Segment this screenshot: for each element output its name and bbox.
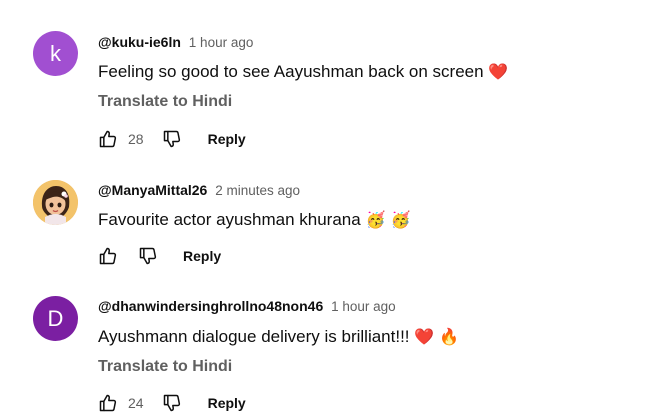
- avatar-letter: k: [50, 41, 61, 66]
- thumbs-up-icon[interactable]: [98, 129, 118, 149]
- comment-header: @kuku-ie6ln 1 hour ago: [98, 34, 253, 50]
- like-count: 28: [128, 131, 144, 147]
- comment-text: Feeling so good to see Aayushman back on…: [98, 62, 508, 82]
- translate-link[interactable]: Translate to Hindi: [98, 358, 232, 376]
- comment-timestamp[interactable]: 1 hour ago: [331, 299, 396, 314]
- comment-timestamp[interactable]: 1 hour ago: [189, 35, 254, 50]
- thumbs-down-icon[interactable]: [162, 129, 182, 149]
- thumbs-up-icon[interactable]: [98, 246, 118, 266]
- heart-emoji: ❤️: [488, 62, 509, 81]
- comment-text-body: Ayushmann dialogue delivery is brilliant…: [98, 327, 410, 346]
- comment-actions: Reply: [98, 244, 221, 268]
- comment-header: @dhanwindersinghrollno48non46 1 hour ago: [98, 298, 396, 314]
- thumbs-up-icon[interactable]: [98, 393, 118, 413]
- party-face-emoji: 🥳 🥳: [365, 210, 411, 229]
- thumbs-down-icon[interactable]: [162, 393, 182, 413]
- reply-button[interactable]: Reply: [208, 131, 246, 147]
- comment-author[interactable]: @kuku-ie6ln: [98, 34, 181, 50]
- avatar[interactable]: k: [33, 31, 78, 76]
- translate-link[interactable]: Translate to Hindi: [98, 93, 232, 111]
- comment-text-body: Favourite actor ayushman khurana: [98, 210, 361, 229]
- avatar-illustration: [33, 180, 78, 225]
- comment-text: Favourite actor ayushman khurana 🥳 🥳: [98, 210, 410, 230]
- comment-author[interactable]: @dhanwindersinghrollno48non46: [98, 298, 323, 314]
- avatar[interactable]: D: [33, 296, 78, 341]
- comment-text-body: Feeling so good to see Aayushman back on…: [98, 62, 484, 81]
- reply-button[interactable]: Reply: [208, 395, 246, 411]
- avatar[interactable]: [33, 180, 78, 225]
- avatar-letter: D: [47, 306, 64, 331]
- heart-fire-emoji: ❤️ 🔥: [414, 327, 460, 346]
- comment-header: @ManyaMittal26 2 minutes ago: [98, 182, 300, 198]
- comment-author[interactable]: @ManyaMittal26: [98, 182, 207, 198]
- comment-timestamp[interactable]: 2 minutes ago: [215, 183, 300, 198]
- comment-text: Ayushmann dialogue delivery is brilliant…: [98, 327, 459, 347]
- reply-button[interactable]: Reply: [183, 248, 221, 264]
- thumbs-down-icon[interactable]: [138, 246, 158, 266]
- comment-actions: 24 Reply: [98, 391, 246, 415]
- like-count: 24: [128, 395, 144, 411]
- comment-actions: 28 Reply: [98, 127, 246, 151]
